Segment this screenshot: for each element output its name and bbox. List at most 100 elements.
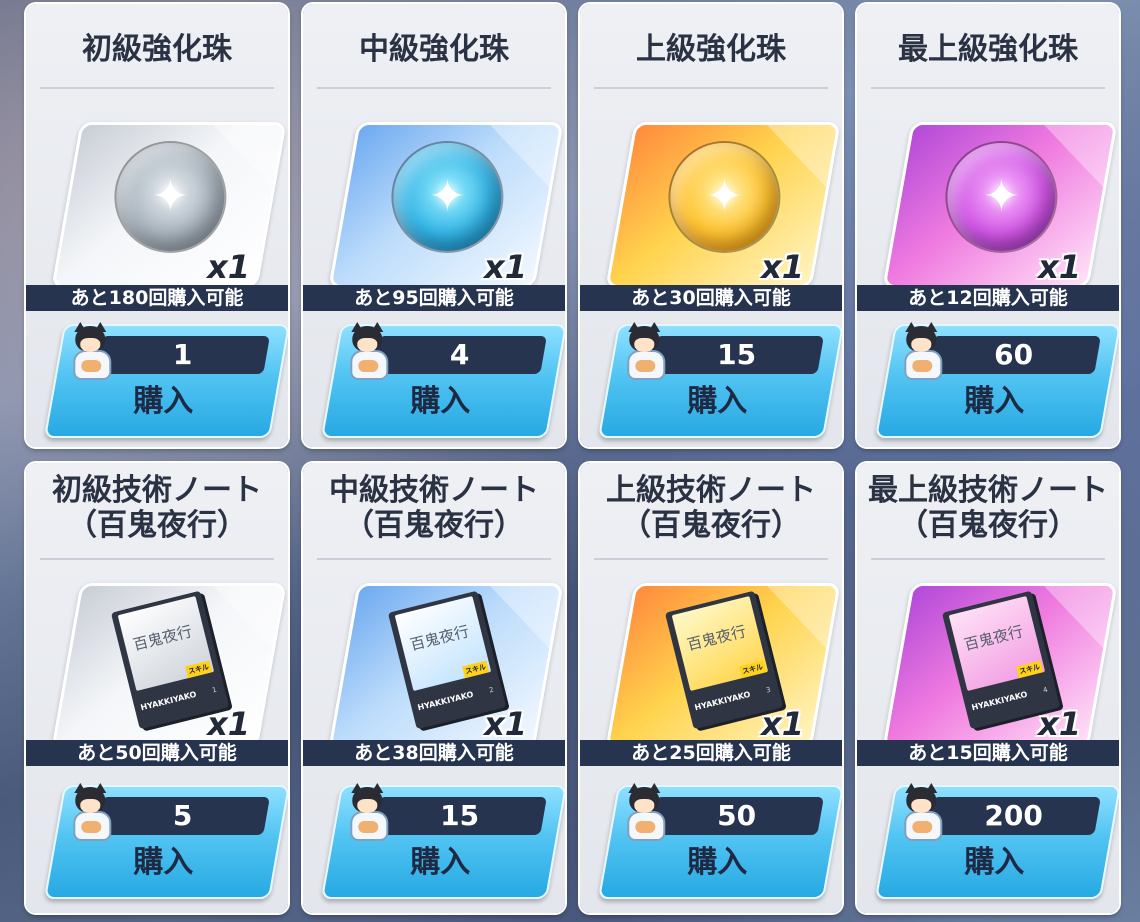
item-quantity: x1 bbox=[484, 705, 527, 743]
remaining-purchases: あと38回購入可能 bbox=[303, 740, 565, 766]
character-token-icon bbox=[67, 322, 113, 380]
item-title-line: 中級技術ノート bbox=[329, 473, 539, 508]
divider bbox=[40, 87, 274, 89]
character-token-icon bbox=[898, 322, 944, 380]
divider bbox=[317, 87, 551, 89]
buy-label: 購入 bbox=[410, 384, 471, 419]
item-price: 200 bbox=[984, 799, 1043, 832]
orb-icon: ✦ bbox=[670, 143, 779, 251]
item-title: 上級強化珠 bbox=[636, 32, 786, 67]
item-title-line: 初級技術ノート bbox=[52, 473, 262, 508]
shop-item-card: 上級強化珠 ✦ x1 あと30回購入可能 15 購入 bbox=[580, 4, 842, 447]
buy-button[interactable]: 50 購入 bbox=[597, 783, 842, 899]
item-image-frame: ✦ bbox=[328, 122, 564, 288]
price-bar: 50 bbox=[649, 797, 824, 835]
character-token-icon bbox=[621, 783, 667, 841]
buy-button[interactable]: 15 購入 bbox=[597, 322, 842, 438]
item-quantity: x1 bbox=[207, 248, 250, 286]
shop-item-card: 最上級技術ノート （百鬼夜行） 百鬼夜行 スキル HYAKKIYAKO 4 x1… bbox=[857, 463, 1119, 913]
item-quantity: x1 bbox=[761, 705, 804, 743]
buy-label: 購入 bbox=[133, 845, 194, 880]
divider bbox=[594, 87, 828, 89]
remaining-purchases: あと30回購入可能 bbox=[580, 285, 842, 311]
item-price: 50 bbox=[717, 799, 757, 832]
buy-button[interactable]: 5 購入 bbox=[43, 783, 288, 899]
item-title-line: 上級技術ノート bbox=[606, 473, 816, 508]
character-token-icon bbox=[898, 783, 944, 841]
item-title: 初級強化珠 bbox=[82, 32, 232, 67]
item-image-frame: ✦ bbox=[882, 122, 1118, 288]
remaining-purchases: あと180回購入可能 bbox=[26, 285, 288, 311]
shop-item-card: 最上級強化珠 ✦ x1 あと12回購入可能 60 購入 bbox=[857, 4, 1119, 447]
character-token-icon bbox=[621, 322, 667, 380]
item-price: 60 bbox=[994, 338, 1034, 371]
price-bar: 4 bbox=[372, 336, 547, 374]
item-title: 中級強化珠 bbox=[359, 32, 509, 67]
shop-item-card: 初級技術ノート （百鬼夜行） 百鬼夜行 スキル HYAKKIYAKO 1 x1 … bbox=[26, 463, 288, 913]
divider bbox=[317, 558, 551, 560]
orb-icon: ✦ bbox=[393, 143, 502, 251]
character-token-icon bbox=[344, 322, 390, 380]
buy-label: 購入 bbox=[964, 845, 1025, 880]
buy-label: 購入 bbox=[964, 384, 1025, 419]
item-price: 15 bbox=[717, 338, 757, 371]
item-image-frame: 百鬼夜行 スキル HYAKKIYAKO 2 bbox=[328, 583, 564, 749]
item-quantity: x1 bbox=[1038, 705, 1081, 743]
remaining-purchases: あと50回購入可能 bbox=[26, 740, 288, 766]
remaining-purchases: あと95回購入可能 bbox=[303, 285, 565, 311]
item-image-frame: ✦ bbox=[605, 122, 841, 288]
divider bbox=[871, 558, 1105, 560]
buy-label: 購入 bbox=[687, 384, 748, 419]
price-bar: 200 bbox=[926, 797, 1101, 835]
price-bar: 15 bbox=[649, 336, 824, 374]
divider bbox=[40, 558, 274, 560]
shop-grid: 初級強化珠 ✦ x1 あと180回購入可能 1 購入 中級強化珠 ✦ x1 あと… bbox=[26, 4, 1119, 913]
item-image-frame: 百鬼夜行 スキル HYAKKIYAKO 4 bbox=[882, 583, 1118, 749]
item-title: 中級技術ノート （百鬼夜行） bbox=[303, 473, 565, 543]
buy-button[interactable]: 200 購入 bbox=[874, 783, 1119, 899]
shop-item-card: 中級技術ノート （百鬼夜行） 百鬼夜行 スキル HYAKKIYAKO 2 x1 … bbox=[303, 463, 565, 913]
buy-button[interactable]: 15 購入 bbox=[320, 783, 565, 899]
item-image-frame: ✦ bbox=[51, 122, 287, 288]
item-title: 初級技術ノート （百鬼夜行） bbox=[26, 473, 288, 543]
buy-button[interactable]: 1 購入 bbox=[43, 322, 288, 438]
price-bar: 60 bbox=[926, 336, 1101, 374]
shop-item-card: 初級強化珠 ✦ x1 あと180回購入可能 1 購入 bbox=[26, 4, 288, 447]
buy-label: 購入 bbox=[133, 384, 194, 419]
item-quantity: x1 bbox=[761, 248, 804, 286]
item-quantity: x1 bbox=[484, 248, 527, 286]
price-bar: 5 bbox=[95, 797, 270, 835]
character-token-icon bbox=[67, 783, 113, 841]
item-subtitle: （百鬼夜行） bbox=[898, 508, 1078, 543]
item-subtitle: （百鬼夜行） bbox=[621, 508, 801, 543]
item-price: 5 bbox=[172, 799, 193, 832]
buy-label: 購入 bbox=[410, 845, 471, 880]
item-title: 最上級強化珠 bbox=[898, 32, 1078, 67]
shop-item-card: 上級技術ノート （百鬼夜行） 百鬼夜行 スキル HYAKKIYAKO 3 x1 … bbox=[580, 463, 842, 913]
item-image-frame: 百鬼夜行 スキル HYAKKIYAKO 3 bbox=[605, 583, 841, 749]
orb-icon: ✦ bbox=[947, 143, 1056, 251]
item-price: 15 bbox=[440, 799, 480, 832]
remaining-purchases: あと15回購入可能 bbox=[857, 740, 1119, 766]
buy-button[interactable]: 4 購入 bbox=[320, 322, 565, 438]
remaining-purchases: あと25回購入可能 bbox=[580, 740, 842, 766]
buy-label: 購入 bbox=[687, 845, 748, 880]
item-subtitle: （百鬼夜行） bbox=[67, 508, 247, 543]
item-subtitle: （百鬼夜行） bbox=[344, 508, 524, 543]
item-title: 最上級技術ノート （百鬼夜行） bbox=[857, 473, 1119, 543]
divider bbox=[871, 87, 1105, 89]
remaining-purchases: あと12回購入可能 bbox=[857, 285, 1119, 311]
item-title: 上級技術ノート （百鬼夜行） bbox=[580, 473, 842, 543]
shop-item-card: 中級強化珠 ✦ x1 あと95回購入可能 4 購入 bbox=[303, 4, 565, 447]
item-quantity: x1 bbox=[1038, 248, 1081, 286]
item-quantity: x1 bbox=[207, 705, 250, 743]
buy-button[interactable]: 60 購入 bbox=[874, 322, 1119, 438]
divider bbox=[594, 558, 828, 560]
item-price: 1 bbox=[172, 338, 193, 371]
price-bar: 15 bbox=[372, 797, 547, 835]
item-title-line: 最上級技術ノート bbox=[868, 473, 1108, 508]
price-bar: 1 bbox=[95, 336, 270, 374]
item-price: 4 bbox=[449, 338, 470, 371]
orb-icon: ✦ bbox=[116, 143, 225, 251]
character-token-icon bbox=[344, 783, 390, 841]
